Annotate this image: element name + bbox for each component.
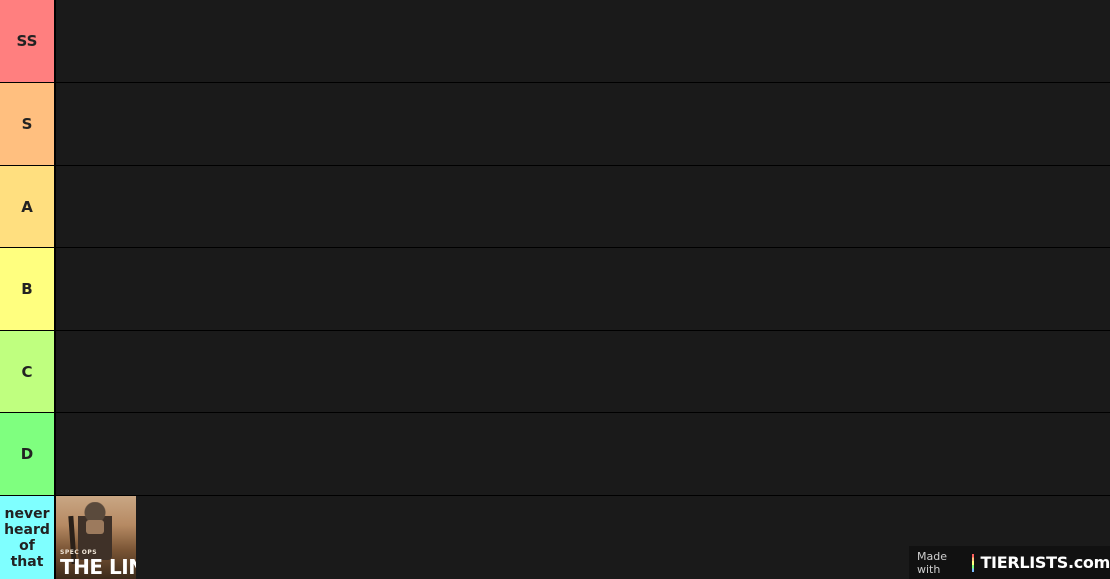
tier-label-line: that [10,553,44,570]
tier-row: B [0,248,1110,330]
tier-label[interactable]: B [0,248,54,330]
tierlists-watermark[interactable]: Made with TIERLISTS.com [909,546,1110,579]
tier-drop-zone[interactable] [56,83,1110,165]
tier-label[interactable]: D [0,413,54,495]
tier-label[interactable]: SS [0,0,54,82]
tier-row: SS [0,0,1110,82]
tierlists-logo-icon [971,553,975,572]
tier-label-text: S [21,115,33,133]
scarf-graphic [86,520,104,534]
tier-list-board: SS S A B C Dnever heard of that SPEC OPS THE LIN M… [0,0,1110,579]
made-with-text: Made with [917,549,947,576]
tier-label-text: C [21,362,33,381]
cover-main-title: THE LIN [60,555,136,579]
tier-drop-zone[interactable] [56,166,1110,247]
tier-row: C [0,331,1110,412]
cover-title: SPEC OPS THE LIN [56,549,136,579]
tier-label-text: D [20,445,34,463]
tier-label[interactable]: S [0,83,54,165]
tier-label-text: B [21,280,33,298]
tier-label-text: never heard of that [4,506,50,570]
tier-label[interactable]: A [0,166,54,247]
tier-label-text: SS [16,32,38,50]
tier-drop-zone[interactable] [56,413,1110,495]
tier-row: A [0,166,1110,247]
tier-label-text: A [21,197,33,216]
tier-label-line: of [19,537,35,554]
tier-drop-zone[interactable] [56,0,1110,82]
tierlists-brand-text: TIERLISTS.com [980,553,1110,572]
tier-row: S [0,83,1110,165]
tier-drop-zone[interactable] [56,331,1110,412]
tier-label-line: never [4,505,50,522]
tier-item-spec-ops-the-line[interactable]: SPEC OPS THE LIN [56,496,136,579]
tier-drop-zone[interactable] [56,248,1110,330]
tier-label-line: heard [4,521,50,538]
tier-label[interactable]: never heard of that [0,496,54,579]
tier-label[interactable]: C [0,331,54,412]
tier-row: D [0,413,1110,495]
